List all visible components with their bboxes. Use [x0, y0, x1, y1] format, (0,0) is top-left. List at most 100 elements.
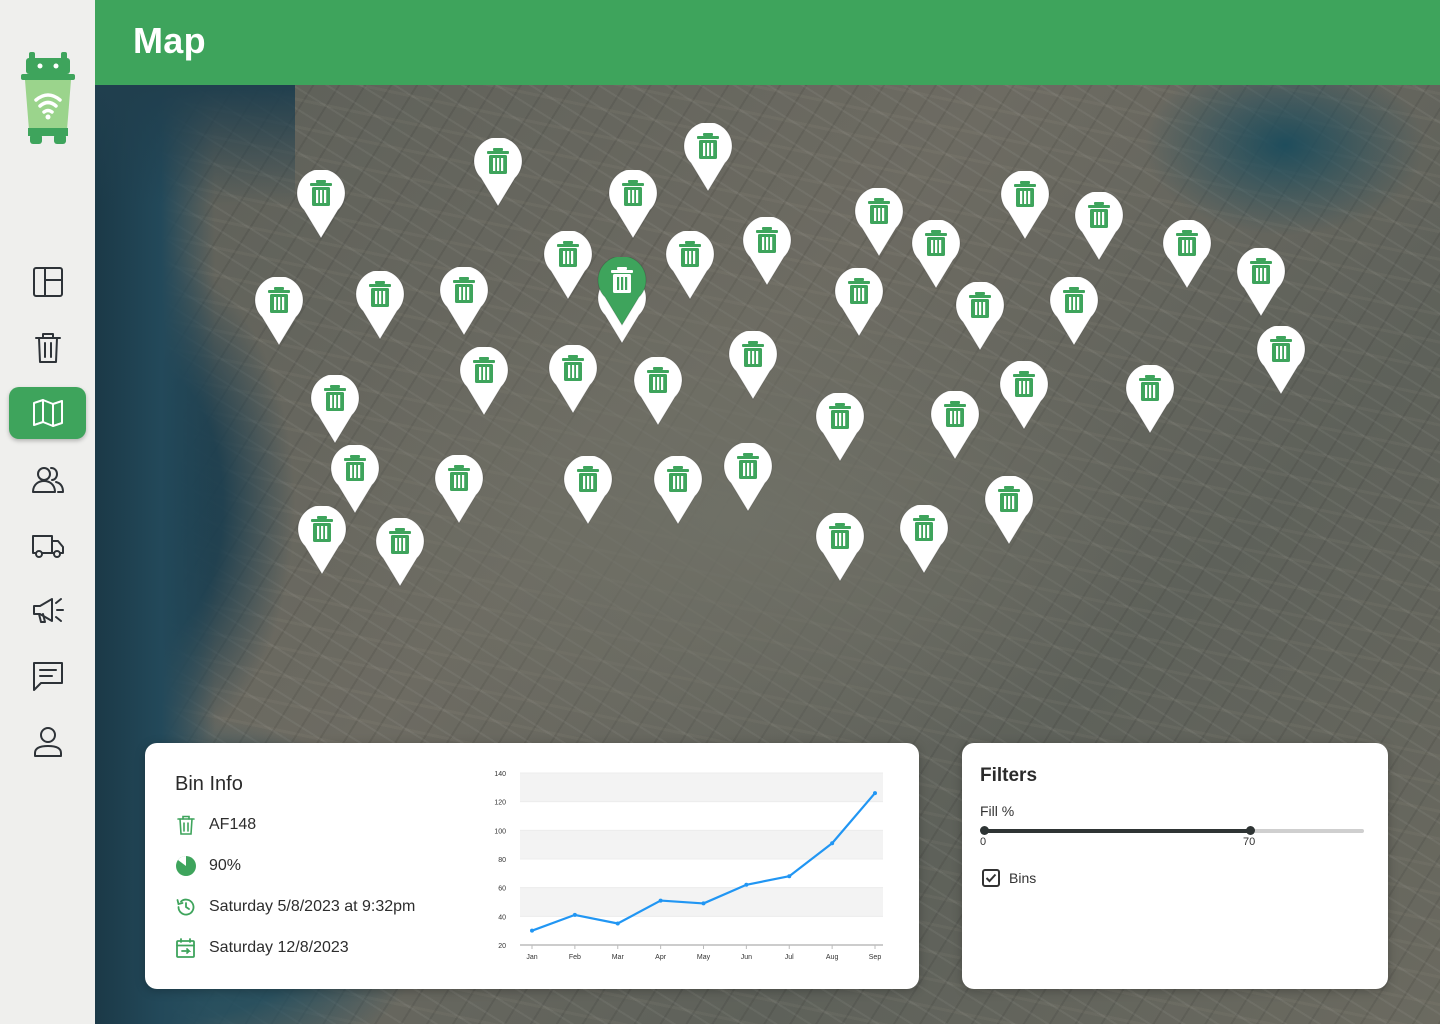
trash-icon	[1014, 181, 1036, 207]
bin-marker[interactable]	[930, 391, 980, 461]
bin-marker[interactable]	[1074, 192, 1124, 262]
chart-grid-band	[520, 773, 883, 802]
sidebar	[0, 0, 95, 1024]
app-logo-icon	[21, 52, 75, 144]
trash-icon	[742, 341, 764, 367]
message-icon	[32, 662, 63, 691]
bin-marker[interactable]	[1049, 277, 1099, 347]
y-tick-label: 100	[494, 828, 506, 835]
trash-icon	[1088, 202, 1110, 228]
bin-marker[interactable]	[683, 123, 733, 193]
bin-marker[interactable]	[665, 231, 715, 301]
bin-marker[interactable]	[548, 345, 598, 415]
trash-icon	[389, 528, 411, 554]
bin-marker[interactable]	[375, 518, 425, 588]
truck-icon	[31, 535, 64, 558]
bin-marker[interactable]	[1000, 171, 1050, 241]
page-title: Map	[133, 20, 206, 61]
trash-icon	[925, 230, 947, 256]
trash-icon	[1063, 287, 1085, 313]
trash-icon	[913, 515, 935, 541]
bin-marker[interactable]	[728, 331, 778, 401]
bin-marker[interactable]	[563, 456, 613, 526]
sidebar-item-users[interactable]	[9, 454, 86, 506]
next-collection-row: Saturday 12/8/2023	[175, 936, 349, 960]
sidebar-item-messages[interactable]	[9, 650, 86, 702]
sidebar-item-announcements[interactable]	[9, 584, 86, 636]
data-point	[658, 898, 663, 903]
trash-icon	[848, 278, 870, 304]
x-tick-label: Apr	[655, 954, 667, 961]
y-tick-label: 140	[494, 771, 506, 778]
last-update-row: Saturday 5/8/2023 at 9:32pm	[175, 895, 415, 919]
bin-marker[interactable]	[815, 513, 865, 583]
bin-marker[interactable]	[330, 445, 380, 515]
trash-icon	[453, 277, 475, 303]
sidebar-item-bins[interactable]	[9, 322, 86, 374]
fill-level-row: 90%	[175, 854, 241, 878]
bin-marker[interactable]	[834, 268, 884, 338]
bin-marker[interactable]	[543, 231, 593, 301]
y-tick-label: 20	[498, 943, 506, 950]
bin-marker[interactable]	[310, 375, 360, 445]
bin-marker[interactable]	[355, 271, 405, 341]
bin-marker[interactable]	[723, 443, 773, 513]
map-icon	[32, 399, 63, 427]
bins-checkbox[interactable]	[982, 869, 1000, 887]
sidebar-item-profile[interactable]	[9, 716, 86, 768]
top-header: Map	[95, 0, 1440, 85]
y-tick-label: 80	[498, 857, 506, 864]
sidebar-item-trucks[interactable]	[9, 519, 86, 571]
data-point	[701, 901, 706, 906]
sidebar-item-dashboard[interactable]	[9, 256, 86, 308]
x-tick-label: Mar	[612, 954, 625, 961]
trash-icon	[268, 287, 290, 313]
x-tick-label: Jul	[785, 954, 794, 961]
bin-marker[interactable]	[434, 455, 484, 525]
bin-marker[interactable]	[608, 170, 658, 240]
sidebar-item-map[interactable]	[9, 387, 86, 439]
bin-marker[interactable]	[815, 393, 865, 463]
dashboard-icon	[32, 267, 63, 297]
trash-icon	[998, 486, 1020, 512]
bin-marker[interactable]	[473, 138, 523, 208]
selected-bin-marker[interactable]	[597, 257, 647, 327]
trash-icon	[868, 198, 890, 224]
history-icon	[176, 898, 195, 916]
bin-marker[interactable]	[633, 357, 683, 427]
users-icon	[31, 467, 64, 493]
bin-marker[interactable]	[999, 361, 1049, 431]
bin-marker[interactable]	[854, 188, 904, 258]
bin-marker[interactable]	[1125, 365, 1175, 435]
slider-min-thumb[interactable]	[980, 826, 989, 835]
trash-icon	[1250, 258, 1272, 284]
bin-marker[interactable]	[459, 347, 509, 417]
fill-range-slider[interactable]	[980, 826, 1364, 835]
bin-marker[interactable]	[911, 220, 961, 290]
bin-marker[interactable]	[984, 476, 1034, 546]
sea-area-top	[95, 85, 295, 205]
fill-history-chart: 20 40 60 80 100 120 140 Jan Feb Mar Apr May Jun Jul Au…	[494, 771, 883, 961]
bins-checkbox-label: Bins	[1009, 870, 1037, 886]
bin-info-card: Bin Info AF148 90% Saturday 5/8/2023 at …	[145, 743, 919, 989]
y-tick-label: 120	[494, 800, 506, 807]
bin-marker[interactable]	[955, 282, 1005, 352]
x-tick-label: Jan	[526, 954, 537, 961]
bin-marker[interactable]	[1162, 220, 1212, 290]
slider-max-thumb[interactable]	[1246, 826, 1255, 835]
bin-marker[interactable]	[742, 217, 792, 287]
trash-icon	[667, 466, 689, 492]
bin-marker[interactable]	[1236, 248, 1286, 318]
bin-marker[interactable]	[899, 505, 949, 575]
trash-icon	[557, 241, 579, 267]
bin-marker[interactable]	[1256, 326, 1306, 396]
bin-marker[interactable]	[254, 277, 304, 347]
bin-marker[interactable]	[296, 170, 346, 240]
trash-icon	[310, 180, 332, 206]
bin-marker[interactable]	[653, 456, 703, 526]
trash-icon	[622, 180, 644, 206]
data-point	[873, 791, 877, 796]
bin-marker[interactable]	[297, 506, 347, 576]
user-icon	[33, 727, 62, 757]
bin-marker[interactable]	[439, 267, 489, 337]
